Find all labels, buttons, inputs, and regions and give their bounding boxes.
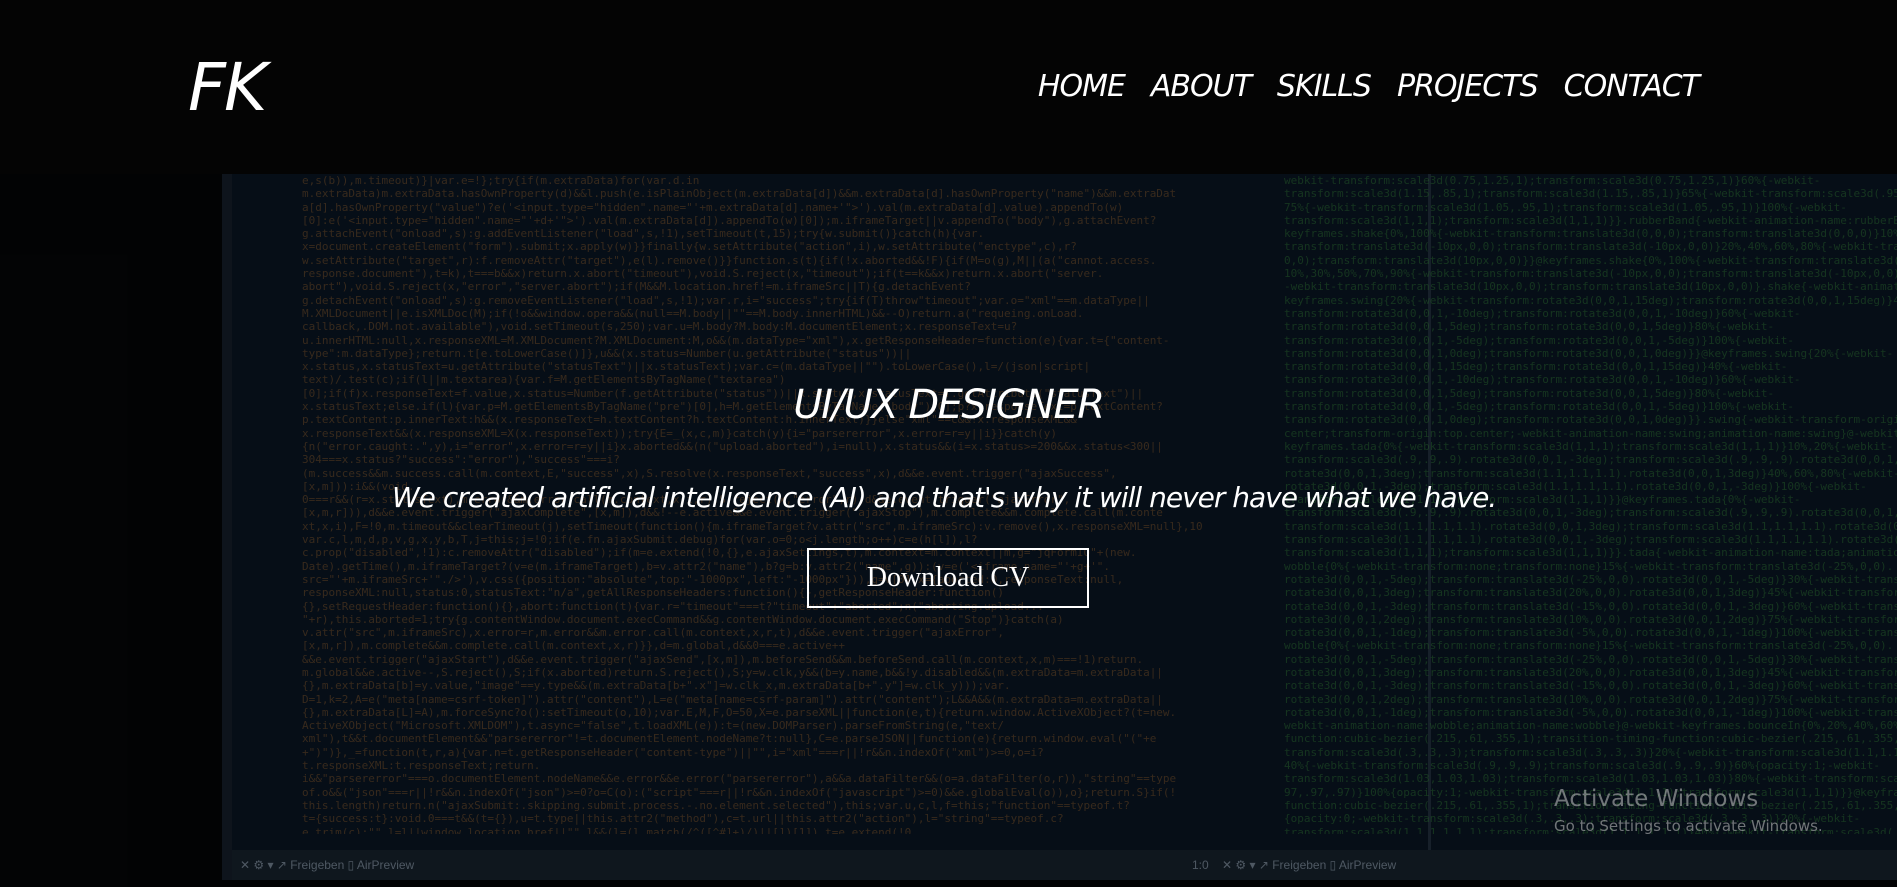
nav-link-skills[interactable]: SKILLS [1277,67,1372,107]
nav-link-about[interactable]: ABOUT [1151,67,1252,107]
hero-subtitle: We created artificial intelligence (AI) … [392,481,1497,514]
watermark-title: Activate Windows [1554,786,1759,812]
site-logo[interactable]: FK [188,48,267,128]
nav-link-home[interactable]: HOME [1038,67,1126,107]
hero-title: UI/UX DESIGNER [793,382,1105,428]
activate-windows-watermark: Activate Windows Go to Settings to activ… [1554,784,1823,836]
main-nav: HOME ABOUT SKILLS PROJECTS CONTACT [1038,67,1700,107]
nav-link-projects[interactable]: PROJECTS [1397,67,1539,107]
nav-link-contact[interactable]: CONTACT [1564,67,1700,107]
download-cv-button[interactable]: Download CV [807,548,1089,608]
watermark-subtitle: Go to Settings to activate Windows. [1554,817,1823,835]
site-header: FK HOME ABOUT SKILLS PROJECTS CONTACT [0,0,1897,174]
hero-content: UI/UX DESIGNER We created artificial int… [0,174,1897,887]
portfolio-page: FK HOME ABOUT SKILLS PROJECTS CONTACT e,… [0,0,1897,887]
